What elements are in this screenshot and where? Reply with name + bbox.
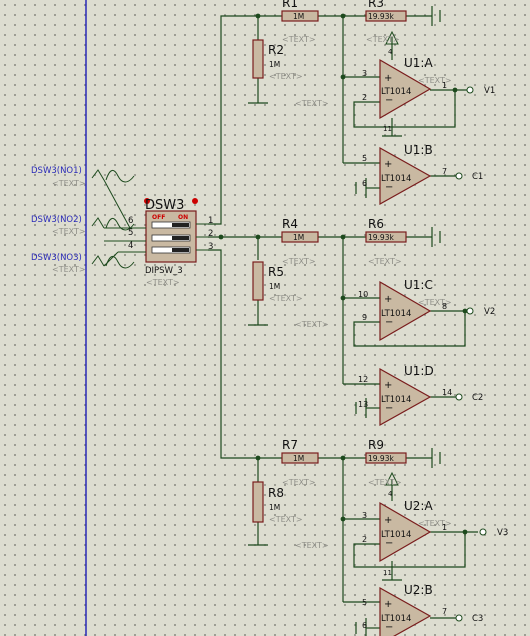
svg-text:<TEXT>: <TEXT> <box>146 278 180 287</box>
svg-text:8: 8 <box>442 302 447 311</box>
svg-text:+: + <box>384 515 392 526</box>
svg-text:R6: R6 <box>368 217 384 231</box>
svg-text:2: 2 <box>362 93 367 102</box>
output-label-c2: C2 <box>472 393 483 403</box>
svg-text:R3: R3 <box>368 0 384 10</box>
svg-text:13: 13 <box>358 400 368 409</box>
svg-text:LT1014: LT1014 <box>381 309 411 319</box>
svg-text:<TEXT>: <TEXT> <box>52 179 86 188</box>
svg-text:4: 4 <box>388 490 393 498</box>
svg-text:7: 7 <box>442 167 447 176</box>
svg-text:<TEXT>: <TEXT> <box>282 478 316 487</box>
svg-text:<TEXT>: <TEXT> <box>295 541 329 550</box>
svg-text:LT1014: LT1014 <box>381 174 411 184</box>
svg-text:R9: R9 <box>368 438 384 452</box>
svg-text:U2:B: U2:B <box>404 583 433 597</box>
svg-text:<TEXT>: <TEXT> <box>269 515 303 524</box>
svg-text:+: + <box>384 294 392 305</box>
output-label-v3: V3 <box>497 528 508 538</box>
svg-text:7: 7 <box>442 607 447 616</box>
svg-text:ON: ON <box>178 214 188 221</box>
svg-text:OFF: OFF <box>152 214 165 221</box>
svg-text:19.93k: 19.93k <box>368 12 394 21</box>
svg-text:+: + <box>384 73 392 84</box>
output-label-v1: V1 <box>484 86 495 96</box>
svg-text:11: 11 <box>383 125 392 133</box>
svg-text:1M: 1M <box>293 454 304 463</box>
svg-text:U2:A: U2:A <box>404 499 433 513</box>
svg-text:14: 14 <box>442 388 452 397</box>
output-label-c1: C1 <box>472 172 483 182</box>
schematic-canvas[interactable]: DSW3(NO1) <TEXT> DSW3(NO2) <TEXT> DSW3(N… <box>0 0 530 636</box>
svg-text:1: 1 <box>442 81 447 90</box>
svg-text:<TEXT>: <TEXT> <box>295 320 329 329</box>
dip-switch-part: DIPSW_3 <box>145 266 183 276</box>
svg-text:U1:C: U1:C <box>404 278 433 292</box>
svg-text:<TEXT>: <TEXT> <box>366 35 400 44</box>
svg-text:5: 5 <box>128 228 133 238</box>
svg-text:1M: 1M <box>293 233 304 242</box>
svg-text:LT1014: LT1014 <box>381 87 411 97</box>
svg-text:+: + <box>384 159 392 170</box>
svg-text:<TEXT>: <TEXT> <box>52 227 86 236</box>
svg-text:2: 2 <box>362 535 367 544</box>
svg-text:3: 3 <box>362 69 367 78</box>
svg-text:R5: R5 <box>268 265 284 279</box>
svg-text:<TEXT>: <TEXT> <box>368 478 402 487</box>
svg-text:6: 6 <box>362 179 367 188</box>
svg-text:LT1014: LT1014 <box>381 395 411 405</box>
svg-text:9: 9 <box>362 313 367 322</box>
svg-text:1M: 1M <box>269 503 280 512</box>
svg-text:+: + <box>384 599 392 610</box>
svg-text:LT1014: LT1014 <box>381 530 411 540</box>
svg-text:19.93k: 19.93k <box>368 233 394 242</box>
svg-text:DSW3(NO2): DSW3(NO2) <box>31 215 82 225</box>
svg-text:U1:D: U1:D <box>404 364 434 378</box>
pin-dot <box>192 198 198 204</box>
svg-text:LT1014: LT1014 <box>381 614 411 624</box>
svg-text:6: 6 <box>362 621 367 630</box>
svg-text:4: 4 <box>388 48 393 56</box>
svg-text:R7: R7 <box>282 438 298 452</box>
svg-text:R2: R2 <box>268 43 284 57</box>
svg-text:R8: R8 <box>268 486 284 500</box>
svg-text:11: 11 <box>383 569 392 577</box>
svg-text:12: 12 <box>358 375 368 384</box>
svg-text:<TEXT>: <TEXT> <box>269 294 303 303</box>
svg-text:1: 1 <box>442 523 447 532</box>
svg-text:10: 10 <box>358 290 368 299</box>
svg-text:5: 5 <box>362 598 367 607</box>
svg-text:<TEXT>: <TEXT> <box>282 257 316 266</box>
svg-text:6: 6 <box>128 216 133 226</box>
svg-text:<TEXT>: <TEXT> <box>282 35 316 44</box>
svg-text:<TEXT>: <TEXT> <box>269 72 303 81</box>
svg-text:5: 5 <box>362 154 367 163</box>
svg-text:R4: R4 <box>282 217 298 231</box>
svg-text:U1:B: U1:B <box>404 143 433 157</box>
svg-text:<TEXT>: <TEXT> <box>52 265 86 274</box>
svg-text:+: + <box>384 380 392 391</box>
output-label-c3: C3 <box>472 614 483 624</box>
svg-text:4: 4 <box>128 241 133 251</box>
svg-text:DSW3(NO1): DSW3(NO1) <box>31 166 82 176</box>
svg-text:1M: 1M <box>293 12 304 21</box>
svg-text:R1: R1 <box>282 0 298 10</box>
svg-text:1M: 1M <box>269 60 280 69</box>
svg-text:<TEXT>: <TEXT> <box>368 257 402 266</box>
svg-text:DSW3(NO3): DSW3(NO3) <box>31 253 82 263</box>
svg-text:U1:A: U1:A <box>404 56 433 70</box>
svg-text:3: 3 <box>362 511 367 520</box>
svg-text:<TEXT>: <TEXT> <box>295 99 329 108</box>
output-label-v2: V2 <box>484 307 495 317</box>
svg-text:1M: 1M <box>269 282 280 291</box>
svg-text:19.93k: 19.93k <box>368 454 394 463</box>
